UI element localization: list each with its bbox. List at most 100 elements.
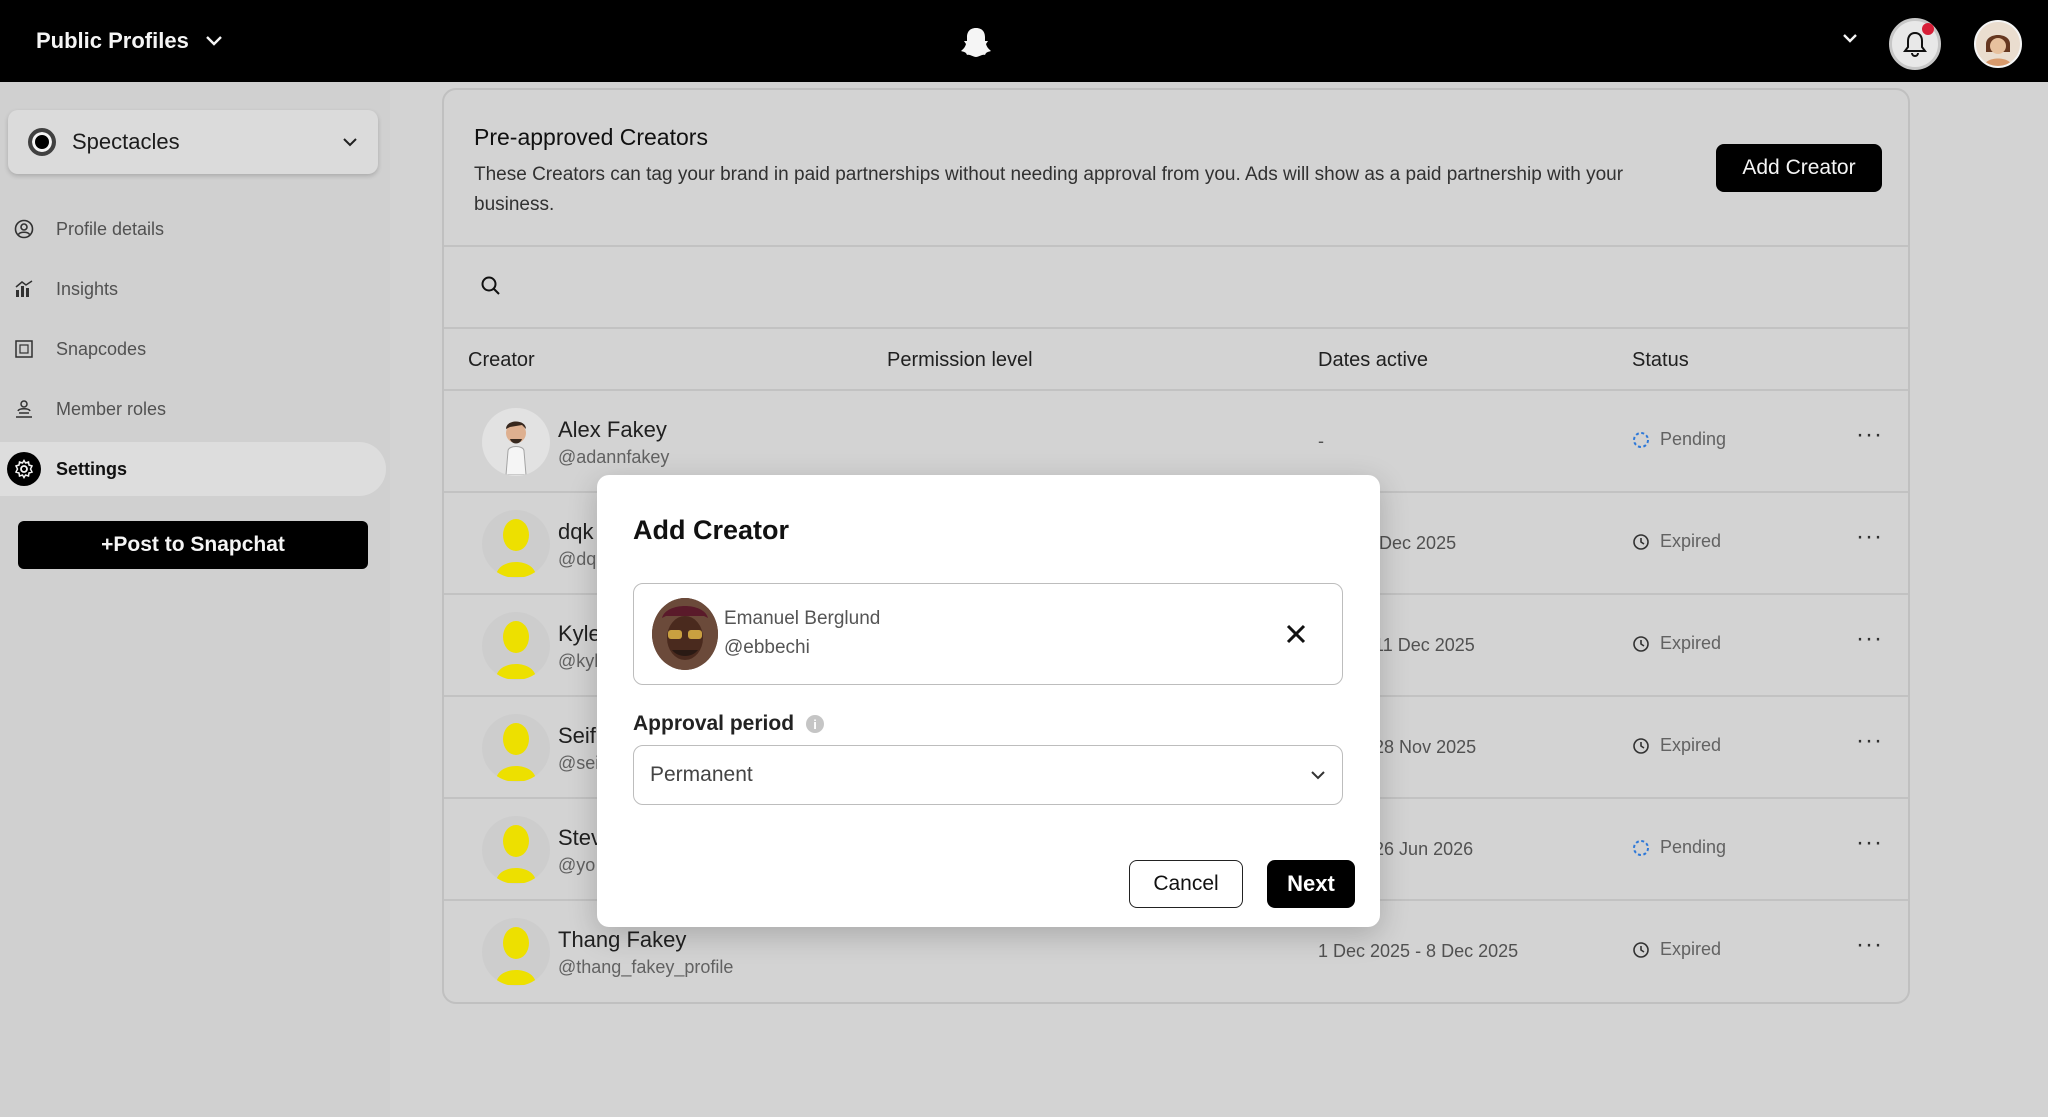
top-bar: Public Profiles [0,0,2048,82]
row-more-button[interactable]: ··· [1856,931,1883,959]
sidebar-item-insights[interactable]: Insights [0,262,386,316]
column-header-dates: Dates active [1318,349,1429,371]
row-more-button[interactable]: ··· [1856,523,1883,551]
dates-active: - [1318,431,1324,451]
status-badge: Expired [1632,633,1721,654]
approval-period-text: Approval period [633,712,795,735]
status-badge: Expired [1632,531,1721,552]
creator-name: Seif [558,723,596,748]
profile-selector-label: Spectacles [72,129,180,154]
bitmoji-placeholder-icon [496,519,536,577]
selected-creator-handle: @ebbechi [724,637,810,658]
clock-icon [1633,941,1649,958]
status-label: Expired [1660,939,1722,959]
card-header: Pre-approved Creators These Creators can… [444,90,1908,247]
dialog-title: Add Creator [633,515,790,545]
sidebar-item-label: Settings [56,458,128,479]
creator-avatar [482,714,550,782]
creator-avatar [482,408,550,476]
info-icon[interactable]: i [806,715,825,733]
search-icon [481,276,500,295]
chevron-down-icon [205,36,222,46]
close-icon [1286,624,1306,644]
creator-handle: @adannfakey [558,447,670,467]
clock-icon [1633,737,1649,754]
search-bar[interactable] [444,247,1908,329]
snapcode-icon [14,339,34,359]
creator-name: Stev [558,825,603,850]
status-badge: Pending [1632,837,1726,858]
table-header: Creator Permission level Dates active St… [444,329,1908,391]
approval-period-select[interactable]: Permanent [633,745,1343,805]
app-title: Public Profiles [36,28,189,53]
creator-handle: @dq [558,549,597,569]
bitmoji-placeholder-icon [496,723,536,781]
sidebar-item-label: Profile details [56,218,165,239]
row-more-button[interactable]: ··· [1856,829,1883,857]
creator-handle: @yo [558,855,596,875]
status-label: Pending [1660,429,1727,449]
user-avatar[interactable] [1974,20,2022,68]
cancel-button[interactable]: Cancel [1129,860,1243,908]
add-creator-dialog: Add Creator Emanuel Berglund @ebbechi Ap… [597,475,1380,927]
remove-creator-button[interactable] [1282,620,1310,648]
column-header-creator: Creator [468,349,535,371]
next-button[interactable]: Next [1267,860,1355,908]
bitmoji-placeholder-icon [496,621,536,679]
chevron-down-icon [343,138,357,147]
sidebar-item-profile-details[interactable]: Profile details [0,202,386,256]
profile-selector[interactable]: Spectacles [8,110,378,174]
row-more-button[interactable]: ··· [1856,727,1883,755]
chevron-down-icon [1311,771,1325,780]
selected-creator-avatar [652,598,718,670]
notifications-button[interactable] [1889,18,1941,70]
pending-icon [1633,839,1649,856]
bell-icon [1903,31,1927,57]
sidebar-item-label: Insights [56,278,119,299]
bitmoji-placeholder-icon [496,927,536,985]
notification-dot [1922,23,1934,35]
row-more-button[interactable]: ··· [1856,625,1883,653]
bar-chart-icon [14,279,34,299]
creator-name: dqk [558,519,594,544]
creator-avatar [482,816,550,884]
members-icon [14,399,34,419]
sidebar-item-settings[interactable]: Settings [0,442,386,496]
chevron-down-icon[interactable] [1840,28,1860,48]
sidebar-item-snapcodes[interactable]: Snapcodes [0,322,386,376]
snapchat-ghost-icon[interactable] [958,24,994,60]
creator-avatar [482,612,550,680]
column-header-status: Status [1632,349,1689,371]
column-header-permission: Permission level [887,349,1033,371]
selected-creator-name: Emanuel Berglund [724,608,881,629]
profile-switcher[interactable]: Public Profiles [36,28,223,54]
status-label: Expired [1660,531,1722,551]
row-more-button[interactable]: ··· [1856,421,1883,449]
creator-name: Alex Fakey [558,417,667,442]
approval-period-value: Permanent [650,763,753,786]
creator-name: Kyle [558,621,601,646]
creator-handle: @sei [558,753,600,773]
user-circle-icon [14,219,34,239]
add-creator-button[interactable]: Add Creator [1716,144,1882,192]
status-label: Expired [1660,735,1722,755]
sidebar-item-label: Member roles [56,398,167,419]
sidebar-item-label: Snapcodes [56,338,147,359]
creator-name: Thang Fakey [558,927,687,952]
sidebar-item-member-roles[interactable]: Member roles [0,382,386,436]
gear-icon [7,452,41,486]
sidebar: Spectacles Profile details Insights Snap… [0,82,390,1117]
creator-avatar [482,510,550,578]
creator-handle: @thang_fakey_profile [558,957,734,977]
creator-handle: @kyl [558,651,599,671]
status-label: Expired [1660,633,1722,653]
status-label: Pending [1660,837,1727,857]
card-title: Pre-approved Creators [474,124,708,150]
creator-avatar [482,918,550,986]
clock-icon [1633,533,1649,550]
clock-icon [1633,635,1649,652]
status-badge: Expired [1632,939,1721,960]
approval-period-label: Approval period i [633,712,825,736]
post-to-snapchat-button[interactable]: +Post to Snapchat [18,521,368,569]
spectacles-logo-icon [28,128,56,156]
